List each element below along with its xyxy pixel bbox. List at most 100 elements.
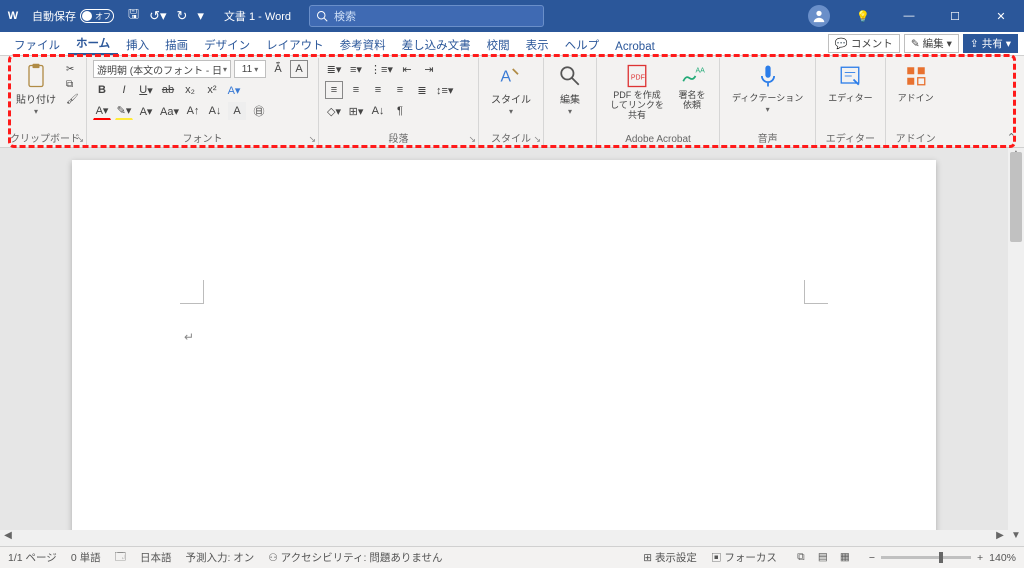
align-center-icon[interactable]: ≡ bbox=[347, 81, 365, 99]
zoom-in-icon[interactable]: + bbox=[977, 552, 983, 564]
scroll-thumb[interactable] bbox=[1010, 152, 1022, 242]
tab-layout[interactable]: レイアウト bbox=[258, 34, 332, 55]
vertical-scrollbar[interactable]: ▲ ▼ bbox=[1008, 148, 1024, 546]
styles-dialog-icon[interactable]: ↘ bbox=[533, 134, 541, 145]
align-right-icon[interactable]: ≡ bbox=[369, 81, 387, 99]
account-icon[interactable] bbox=[808, 5, 830, 27]
grow-font-icon[interactable]: A↑ bbox=[184, 102, 202, 120]
word-count[interactable]: 0 単語 bbox=[71, 550, 101, 565]
clear-format-icon[interactable]: A bbox=[228, 102, 246, 120]
format-painter-icon[interactable]: 🖌 bbox=[66, 94, 79, 105]
editing-mode-button[interactable]: ✎編集 ▾ bbox=[904, 34, 959, 53]
share-button[interactable]: ⇪ 共有 ▾ bbox=[963, 34, 1018, 53]
align-left-icon[interactable]: ≡ bbox=[325, 81, 343, 99]
comments-button[interactable]: 💬コメント bbox=[828, 34, 900, 53]
subscript-button[interactable]: x₂ bbox=[181, 81, 199, 99]
strikethrough-button[interactable]: ab bbox=[159, 81, 177, 99]
multilevel-icon[interactable]: ⋮≡▾ bbox=[369, 60, 394, 78]
tab-draw[interactable]: 描画 bbox=[157, 34, 196, 55]
save-icon[interactable]: 🖫 bbox=[128, 5, 139, 27]
scroll-down-icon[interactable]: ▼ bbox=[1008, 530, 1024, 546]
tab-file[interactable]: ファイル bbox=[6, 34, 68, 55]
scroll-left-icon[interactable]: ◀ bbox=[0, 530, 16, 546]
tab-view[interactable]: 表示 bbox=[518, 34, 557, 55]
line-spacing-icon[interactable]: ↕≡▾ bbox=[435, 81, 454, 99]
horizontal-scrollbar[interactable]: ◀ ▶ bbox=[0, 530, 1008, 546]
superscript-button[interactable]: x² bbox=[203, 81, 221, 99]
zoom-slider[interactable] bbox=[881, 556, 971, 559]
numbering-icon[interactable]: ≡▾ bbox=[347, 60, 365, 78]
autosave-toggle[interactable]: 自動保存 オフ bbox=[26, 8, 120, 24]
phonetic-guide-icon[interactable]: A͊ bbox=[269, 60, 287, 78]
scroll-right-icon[interactable]: ▶ bbox=[992, 530, 1008, 546]
maximize-button[interactable]: ☐ bbox=[932, 0, 978, 32]
autosave-pill[interactable]: オフ bbox=[80, 9, 114, 23]
tab-review[interactable]: 校閲 bbox=[479, 34, 518, 55]
align-justify-icon[interactable]: ≡ bbox=[391, 81, 409, 99]
dictate-button[interactable]: ディクテーション▾ bbox=[726, 60, 809, 116]
character-border-icon[interactable]: A bbox=[290, 60, 308, 78]
bold-button[interactable]: B bbox=[93, 81, 111, 99]
acrobat-create-button[interactable]: PDF PDF を作成してリンクを共有 bbox=[603, 60, 671, 123]
show-marks-icon[interactable]: ¶ bbox=[391, 102, 409, 120]
borders-icon[interactable]: ⊞▾ bbox=[347, 102, 365, 120]
tab-home[interactable]: ホーム bbox=[68, 32, 118, 55]
display-settings[interactable]: ⊞ 表示設定 bbox=[643, 550, 697, 565]
highlight-icon[interactable]: ✎▾ bbox=[115, 102, 133, 120]
font-dialog-icon[interactable]: ↘ bbox=[308, 134, 316, 145]
decrease-indent-icon[interactable]: ⇤ bbox=[398, 60, 416, 78]
zoom-out-icon[interactable]: − bbox=[869, 552, 875, 564]
text-effects-icon[interactable]: A▾ bbox=[225, 81, 243, 99]
clipboard-dialog-icon[interactable]: ↘ bbox=[76, 134, 84, 145]
close-button[interactable]: ✕ bbox=[978, 0, 1024, 32]
shrink-font-icon[interactable]: A↓ bbox=[206, 102, 224, 120]
page-count[interactable]: 1/1 ページ bbox=[8, 550, 57, 565]
tab-mailings[interactable]: 差し込み文書 bbox=[394, 34, 479, 55]
undo-icon[interactable]: ↺▾ bbox=[149, 8, 166, 24]
bullets-icon[interactable]: ≣▾ bbox=[325, 60, 343, 78]
font-size-select[interactable]: 11▾ bbox=[234, 60, 266, 78]
spellcheck-icon[interactable]: 🗔 bbox=[115, 549, 126, 567]
paste-button[interactable]: 貼り付け ▾ bbox=[10, 60, 62, 118]
web-layout-icon[interactable]: ▦ bbox=[835, 551, 855, 564]
char-shading-icon[interactable]: A▾ bbox=[137, 102, 155, 120]
print-layout-icon[interactable]: ▤ bbox=[813, 551, 833, 564]
tab-help[interactable]: ヘルプ bbox=[557, 34, 608, 55]
increase-indent-icon[interactable]: ⇥ bbox=[420, 60, 438, 78]
word-icon: W bbox=[0, 10, 26, 22]
tab-acrobat[interactable]: Acrobat bbox=[607, 38, 663, 55]
italic-button[interactable]: I bbox=[115, 81, 133, 99]
font-name-select[interactable]: 游明朝 (本文のフォント - 日本語)▾ bbox=[93, 60, 231, 78]
underline-button[interactable]: U▾ bbox=[137, 81, 155, 99]
language[interactable]: 日本語 bbox=[140, 550, 172, 565]
collapse-ribbon-icon[interactable]: ⌃ bbox=[1007, 131, 1016, 144]
redo-icon[interactable]: ↻ bbox=[177, 8, 188, 24]
editor-button[interactable]: エディター bbox=[822, 60, 878, 106]
zoom-level[interactable]: 140% bbox=[989, 552, 1016, 564]
styles-button[interactable]: A スタイル▾ bbox=[485, 60, 537, 118]
acrobat-sign-button[interactable]: AA 署名を依頼 bbox=[671, 60, 713, 123]
enclose-char-icon[interactable]: ㊐ bbox=[250, 102, 268, 120]
shading-icon[interactable]: ◇▾ bbox=[325, 102, 343, 120]
accessibility-status[interactable]: ⚇ アクセシビリティ: 問題ありません bbox=[268, 550, 442, 565]
tab-insert[interactable]: 挿入 bbox=[118, 34, 157, 55]
sort-icon[interactable]: A↓ bbox=[369, 102, 387, 120]
addins-button[interactable]: アドイン bbox=[892, 60, 940, 106]
copy-icon[interactable]: ⧉ bbox=[66, 79, 79, 90]
read-mode-icon[interactable]: ⧉ bbox=[791, 551, 811, 564]
focus-mode[interactable]: ▣ フォーカス bbox=[711, 550, 777, 565]
editing-button[interactable]: 編集▾ bbox=[550, 60, 590, 118]
tab-references[interactable]: 参考資料 bbox=[332, 34, 394, 55]
tab-design[interactable]: デザイン bbox=[196, 34, 258, 55]
minimize-button[interactable]: — bbox=[886, 0, 932, 32]
page[interactable]: ↵ bbox=[72, 160, 936, 546]
cut-icon[interactable]: ✂ bbox=[66, 64, 79, 75]
font-color-icon[interactable]: A▾ bbox=[93, 102, 111, 120]
paragraph-dialog-icon[interactable]: ↘ bbox=[468, 134, 476, 145]
ime-status[interactable]: 予測入力: オン bbox=[185, 550, 254, 565]
change-case-icon[interactable]: Aa▾ bbox=[159, 102, 180, 120]
qat-more-icon[interactable]: ▾ bbox=[197, 8, 204, 24]
help-icon[interactable]: 💡 bbox=[840, 0, 886, 32]
distribute-icon[interactable]: ≣ bbox=[413, 81, 431, 99]
search-box[interactable]: 検索 bbox=[309, 5, 544, 27]
